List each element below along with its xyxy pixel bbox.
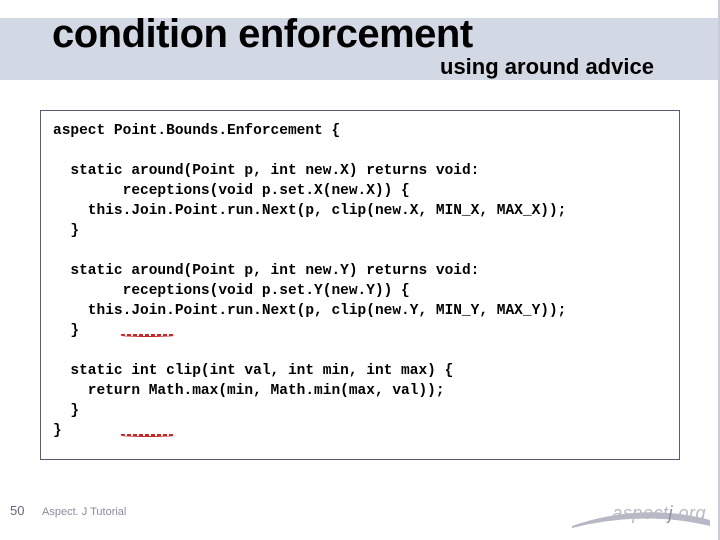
aspectj-logo: aspectj.org — [572, 496, 712, 532]
code-line: receptions(void p.set.X(new.X)) { — [53, 183, 410, 199]
title-band: condition enforcement using around advic… — [0, 18, 720, 80]
slide: condition enforcement using around advic… — [0, 0, 720, 540]
code-line: static int clip(int val, int min, int ma… — [53, 363, 453, 379]
error-squiggle-icon — [121, 434, 175, 437]
code-line: receptions(void p.set.Y(new.Y)) { — [53, 283, 410, 299]
logo-text: aspectj.org — [612, 503, 706, 524]
page-number: 50 — [10, 503, 24, 518]
code-line: static around(Point p, int new.X) return… — [53, 163, 479, 179]
error-squiggle-icon — [121, 334, 175, 337]
code-box: aspect Point.Bounds.Enforcement { static… — [40, 110, 680, 460]
code-line: this.Join.Point.run.Next(p, clip(new.Y, … — [53, 303, 566, 319]
slide-title: condition enforcement — [52, 12, 473, 57]
code-line: } — [53, 423, 62, 439]
code-line: } — [53, 223, 79, 239]
code-line: } — [53, 403, 79, 419]
code-line: return Math.max(min, Math.min(max, val))… — [53, 383, 445, 399]
code-line: } — [53, 323, 79, 339]
code-line: static around(Point p, int new.Y) return… — [53, 263, 479, 279]
code-line: this.Join.Point.run.Next(p, clip(new.X, … — [53, 203, 566, 219]
code-line: aspect Point.Bounds.Enforcement { — [53, 123, 340, 139]
code-block: aspect Point.Bounds.Enforcement { static… — [53, 121, 667, 441]
slide-subtitle: using around advice — [440, 54, 654, 80]
footer-text: Aspect. J Tutorial — [42, 506, 126, 518]
